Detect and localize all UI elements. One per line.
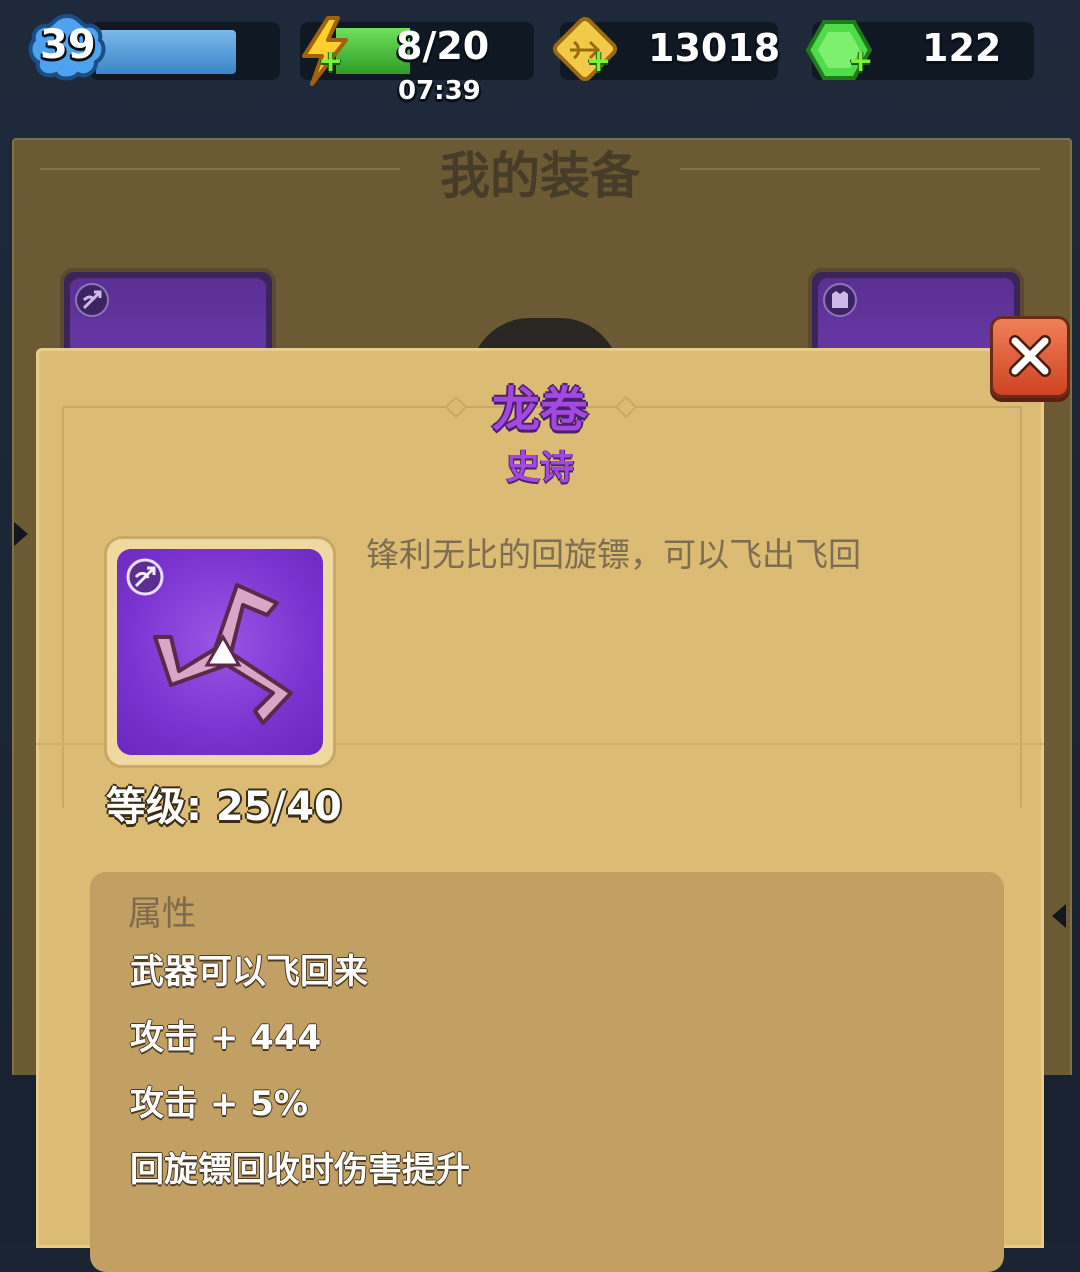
gem-plus-icon[interactable]: + bbox=[848, 44, 873, 79]
item-icon-frame bbox=[104, 536, 336, 768]
equipment-panel-title: 我的装备 bbox=[440, 147, 640, 205]
energy-timer: 07:39 bbox=[398, 76, 481, 106]
gold-value: 13018 bbox=[648, 26, 781, 70]
game-screen: 39 + 8/20 07:39 + 13018 + 122 我的装备 龙卷 史诗… bbox=[0, 0, 1080, 1272]
close-button[interactable] bbox=[990, 316, 1070, 398]
item-level: 等级: 25/40 bbox=[106, 784, 342, 830]
xp-bar bbox=[96, 30, 236, 74]
attribute-item: 回旋镖回收时伤害提升 bbox=[130, 1150, 470, 1190]
close-icon bbox=[1009, 335, 1051, 377]
attributes-title: 属性 bbox=[128, 894, 196, 934]
energy-plus-icon[interactable]: + bbox=[318, 44, 343, 79]
right-notch bbox=[1052, 904, 1066, 928]
gem-value: 122 bbox=[922, 26, 1002, 70]
attribute-item: 武器可以飞回来 bbox=[130, 952, 368, 992]
boomerang-icon bbox=[153, 583, 293, 725]
item-description: 锋利无比的回旋镖，可以飞出飞回 bbox=[366, 535, 861, 574]
weapon-slot-icon bbox=[75, 283, 109, 317]
attribute-item: 攻击 + 444 bbox=[130, 1018, 322, 1058]
attributes-panel: 属性 武器可以飞回来 攻击 + 444 攻击 + 5% 回旋镖回收时伤害提升 bbox=[90, 872, 1004, 1272]
player-level: 39 bbox=[40, 22, 96, 68]
level-badge[interactable]: 39 bbox=[28, 12, 106, 82]
item-name: 龙卷 bbox=[491, 382, 588, 438]
gold-plus-icon[interactable]: + bbox=[586, 44, 611, 79]
attribute-item: 攻击 + 5% bbox=[130, 1084, 308, 1124]
energy-value: 8/20 bbox=[396, 24, 490, 68]
top-hud: 39 + 8/20 07:39 + 13018 + 122 bbox=[0, 0, 1080, 120]
armor-slot-icon bbox=[823, 283, 857, 317]
item-detail-dialog: 龙卷 史诗 等级: 25/40 锋利无比的回旋镖，可以飞出飞回 属性 武器可以飞… bbox=[36, 348, 1044, 1272]
left-notch bbox=[14, 522, 28, 546]
item-rarity: 史诗 bbox=[506, 448, 574, 488]
